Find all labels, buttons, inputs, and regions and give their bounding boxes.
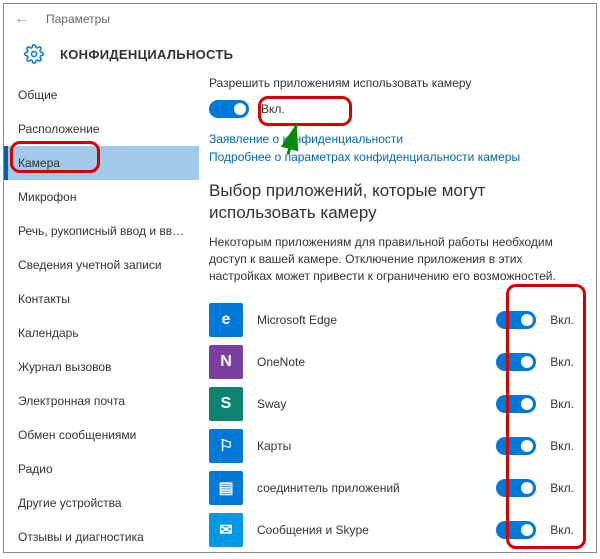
app-toggle-0[interactable] <box>496 311 536 329</box>
gear-icon <box>24 44 44 64</box>
app-icon: N <box>209 345 243 379</box>
app-toggle-label: Вкл. <box>546 439 574 453</box>
app-row-2: S Sway Вкл. <box>209 383 574 425</box>
subheading: Выбор приложений, которые могут использо… <box>209 180 574 224</box>
app-name: OneNote <box>257 355 496 369</box>
sidebar-item-11[interactable]: Радио <box>4 452 199 486</box>
sidebar-item-5[interactable]: Сведения учетной записи <box>4 248 199 282</box>
sidebar-item-6[interactable]: Контакты <box>4 282 199 316</box>
app-name: Сообщения и Skype <box>257 523 496 537</box>
app-toggle-label: Вкл. <box>546 523 574 537</box>
app-toggle-label: Вкл. <box>546 397 574 411</box>
app-row-1: N OneNote Вкл. <box>209 341 574 383</box>
permission-title: Разрешить приложениям использовать камер… <box>209 76 574 90</box>
content-pane: Разрешить приложениям использовать камер… <box>199 74 596 552</box>
app-toggle-5[interactable] <box>496 521 536 539</box>
app-icon: ⚐ <box>209 429 243 463</box>
app-toggle-3[interactable] <box>496 437 536 455</box>
sidebar-item-9[interactable]: Электронная почта <box>4 384 199 418</box>
app-icon: e <box>209 303 243 337</box>
privacy-learnmore-link[interactable]: Подробнее о параметрах конфиденциальност… <box>209 150 574 164</box>
camera-master-toggle[interactable] <box>209 100 249 118</box>
app-toggle-label: Вкл. <box>546 313 574 327</box>
app-toggle-label: Вкл. <box>546 355 574 369</box>
app-row-3: ⚐ Карты Вкл. <box>209 425 574 467</box>
app-icon: ▤ <box>209 471 243 505</box>
sidebar-item-10[interactable]: Обмен сообщениями <box>4 418 199 452</box>
sidebar-item-2[interactable]: Камера <box>4 146 199 180</box>
sidebar-item-7[interactable]: Календарь <box>4 316 199 350</box>
sidebar-item-13[interactable]: Отзывы и диагностика <box>4 520 199 552</box>
sidebar-item-12[interactable]: Другие устройства <box>4 486 199 520</box>
app-name: Карты <box>257 439 496 453</box>
description: Некоторым приложениям для правильной раб… <box>209 234 574 284</box>
privacy-statement-link[interactable]: Заявление о конфиденциальности <box>209 132 574 146</box>
app-row-0: e Microsoft Edge Вкл. <box>209 299 574 341</box>
back-button[interactable]: ← <box>12 9 32 29</box>
app-name: соединитель приложений <box>257 481 496 495</box>
page-title: КОНФИДЕНЦИАЛЬНОСТЬ <box>60 47 233 62</box>
sidebar-item-0[interactable]: Общие <box>4 78 199 112</box>
app-row-4: ▤ соединитель приложений Вкл. <box>209 467 574 509</box>
camera-master-toggle-label: Вкл. <box>261 102 285 116</box>
sidebar-item-8[interactable]: Журнал вызовов <box>4 350 199 384</box>
sidebar-item-3[interactable]: Микрофон <box>4 180 199 214</box>
sidebar-item-4[interactable]: Речь, рукописный ввод и ввод текста <box>4 214 199 248</box>
sidebar: ОбщиеРасположениеКамераМикрофонРечь, рук… <box>4 74 199 552</box>
app-icon: ✉ <box>209 513 243 547</box>
app-toggle-1[interactable] <box>496 353 536 371</box>
app-name: Sway <box>257 397 496 411</box>
app-name: Microsoft Edge <box>257 313 496 327</box>
app-toggle-2[interactable] <box>496 395 536 413</box>
app-icon: S <box>209 387 243 421</box>
window-title: Параметры <box>46 12 110 26</box>
app-row-5: ✉ Сообщения и Skype Вкл. <box>209 509 574 551</box>
sidebar-item-1[interactable]: Расположение <box>4 112 199 146</box>
app-toggle-label: Вкл. <box>546 481 574 495</box>
app-toggle-4[interactable] <box>496 479 536 497</box>
